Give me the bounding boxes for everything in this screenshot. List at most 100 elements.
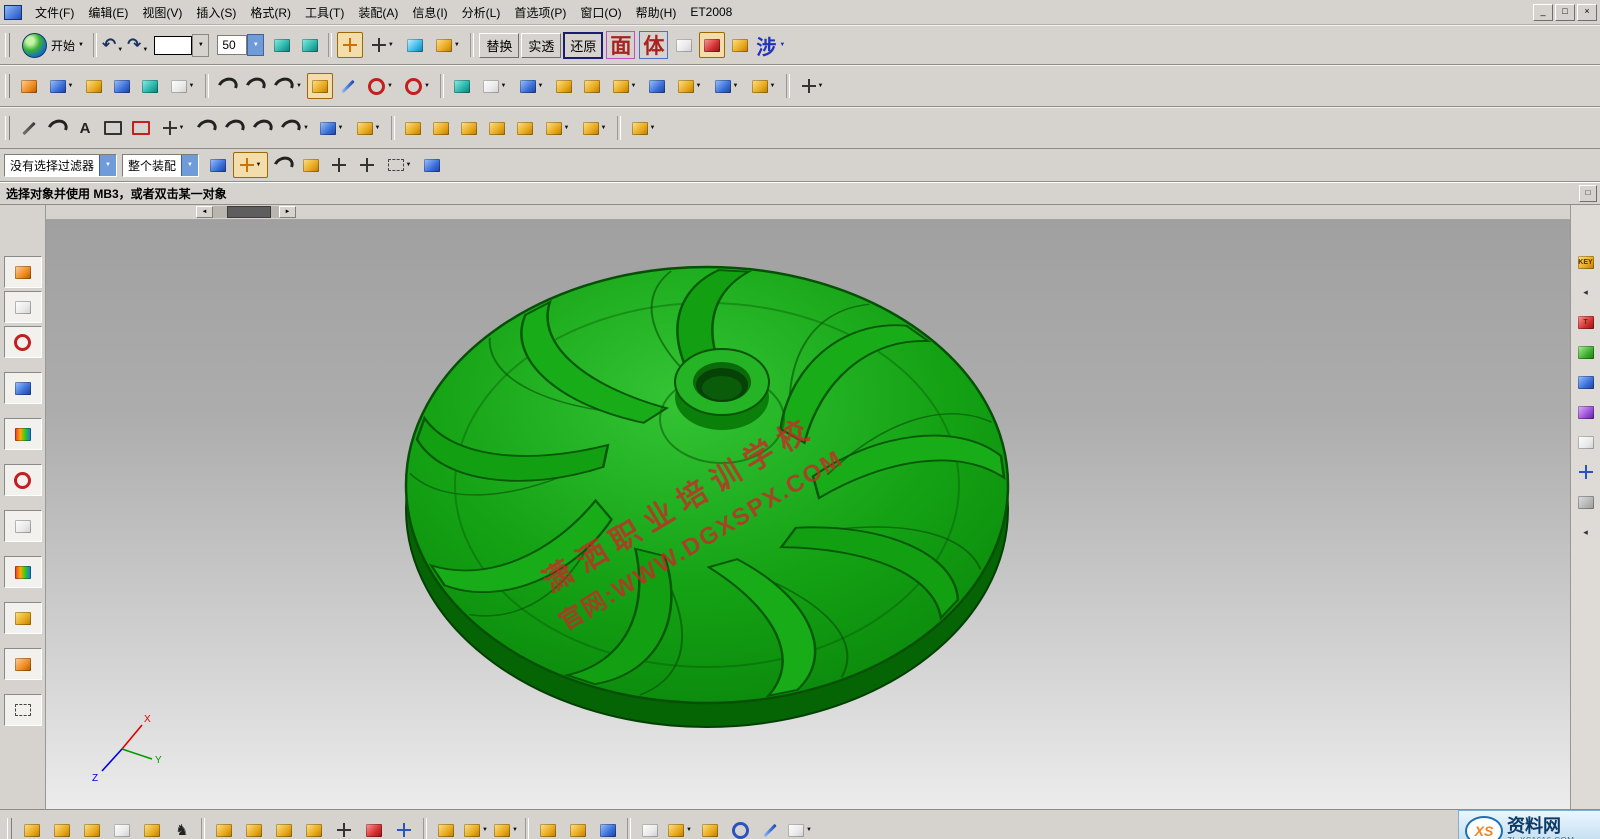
datum-csys-icon[interactable] [81, 73, 107, 99]
collapse-top-arrow-icon[interactable]: ◂ [1573, 279, 1599, 305]
scroll-track[interactable] [213, 206, 279, 218]
chevron-down-icon[interactable]: ▼ [99, 155, 116, 176]
offset-surface-icon[interactable]: ▼ [626, 115, 661, 141]
scroll-thumb[interactable] [227, 206, 271, 218]
measure-distance-icon[interactable] [402, 32, 428, 58]
restore-button-display[interactable]: 还原 [563, 32, 603, 59]
studio-spline-icon[interactable] [193, 115, 219, 141]
menu-item-L[interactable]: 分析(L) [455, 1, 508, 24]
thicken-icon[interactable]: ▼ [607, 73, 642, 99]
enlarge-face-icon[interactable] [512, 115, 538, 141]
undo-icon[interactable]: ↶ [101, 35, 117, 55]
sew-icon[interactable] [400, 115, 426, 141]
menu-item-ET2008[interactable]: ET2008 [683, 2, 739, 22]
menu-item-R[interactable]: 格式(R) [243, 1, 298, 24]
snapshot-icon[interactable] [138, 816, 166, 839]
toolbar-grip[interactable] [5, 116, 10, 140]
journal-icon[interactable] [4, 602, 42, 634]
measure-angle-icon[interactable]: ▼ [430, 32, 465, 58]
swatch-dropdown-icon[interactable]: ▼ [192, 34, 209, 57]
circle-icon[interactable]: ▼ [363, 73, 398, 99]
part-families-icon[interactable]: ▼ [786, 816, 814, 839]
roles-people-icon[interactable] [4, 648, 42, 680]
project-curve-icon[interactable] [214, 73, 240, 99]
pan-view-icon[interactable] [354, 152, 380, 178]
bounded-plane-icon[interactable] [579, 73, 605, 99]
point-snap-options-icon[interactable]: ▼ [365, 32, 400, 58]
interpart-link-icon[interactable] [534, 816, 562, 839]
move-component-icon[interactable] [330, 816, 358, 839]
history-icon[interactable] [4, 464, 42, 496]
text-icon[interactable]: A [72, 115, 98, 141]
layer-dropdown-icon[interactable]: ▼ [247, 34, 264, 56]
cascade-windows-icon[interactable] [4, 291, 42, 323]
part-navigator-icon[interactable] [1573, 399, 1599, 425]
extrude-icon[interactable]: ▼ [514, 73, 549, 99]
color-swatch[interactable] [154, 36, 192, 55]
assembly-constraints-icon[interactable] [360, 816, 388, 839]
toolbar-grip[interactable] [5, 74, 10, 98]
add-component-icon[interactable] [210, 816, 238, 839]
layer-value[interactable]: 50 [217, 35, 247, 55]
isometric-view-icon[interactable] [419, 152, 445, 178]
redo-icon[interactable]: ↷ [126, 35, 142, 55]
fit-spline-icon[interactable] [221, 115, 247, 141]
delete-face-icon[interactable]: ▼ [540, 115, 575, 141]
snap-point-icon[interactable]: ▼ [233, 152, 268, 178]
studio-surface-icon[interactable] [137, 73, 163, 99]
profile-line-icon[interactable] [16, 115, 42, 141]
body-display-button[interactable]: 体 [639, 31, 668, 59]
graphics-viewport[interactable]: ◄ ► [46, 205, 1570, 809]
text-curve-icon[interactable]: ▼ [351, 115, 386, 141]
chevron-down-icon[interactable]: ▼ [181, 155, 198, 176]
gold-solid-display-icon[interactable] [727, 32, 753, 58]
menu-item-E[interactable]: 编辑(E) [81, 1, 135, 24]
start-button[interactable]: 开始 ▼ [17, 31, 89, 60]
component-info-icon[interactable] [726, 816, 754, 839]
wade-button[interactable]: 涉▼ [756, 31, 785, 60]
menu-item-O[interactable]: 窗口(O) [573, 1, 628, 24]
curve-on-surface-icon[interactable]: ▼ [277, 115, 312, 141]
status-bar-button[interactable]: □ [1579, 185, 1597, 202]
cone-icon[interactable]: ▼ [709, 73, 744, 99]
dynamic-rotate-icon[interactable] [326, 152, 352, 178]
trim-body-icon[interactable]: ▼ [795, 73, 830, 99]
wave-link-icon[interactable] [456, 115, 482, 141]
wave-geometry-linker-icon[interactable] [564, 816, 592, 839]
display-preferences-icon[interactable] [671, 32, 697, 58]
scroll-right-icon[interactable]: ► [279, 206, 296, 218]
snap-point-toggle-icon[interactable] [337, 32, 363, 58]
constraint-navigator-icon[interactable] [1573, 369, 1599, 395]
layer-settings-icon[interactable]: ▼ [577, 115, 612, 141]
selection-filter-combo[interactable]: 没有选择过滤器 ▼ [4, 154, 117, 177]
collapse-bottom-arrow-icon[interactable]: ◂ [1573, 519, 1599, 545]
tube-icon[interactable]: ▼ [746, 73, 781, 99]
menu-item-I[interactable]: 信息(I) [405, 1, 454, 24]
menu-item-S[interactable]: 插入(S) [189, 1, 243, 24]
bridge-curve-icon[interactable] [249, 115, 275, 141]
layer-visible-icon[interactable] [297, 32, 323, 58]
reference-sets-icon[interactable] [636, 816, 664, 839]
internet-navigator-icon[interactable] [1573, 489, 1599, 515]
suppress-component-icon[interactable] [300, 816, 328, 839]
viewport-scrollbar[interactable]: ◄ ► [196, 206, 296, 218]
reuse-library-icon[interactable] [1573, 429, 1599, 455]
minimize-button[interactable]: _ [1533, 4, 1553, 21]
rotate-view-icon[interactable] [270, 152, 296, 178]
combine-curve-icon[interactable] [242, 73, 268, 99]
quilt-warning-icon[interactable] [484, 115, 510, 141]
shaded-view-icon[interactable] [298, 152, 324, 178]
new-component-icon[interactable] [240, 816, 268, 839]
tile-windows-icon[interactable] [4, 256, 42, 288]
toolbar-grip[interactable] [7, 818, 12, 839]
profile-arc-icon[interactable] [44, 115, 70, 141]
information-window-icon[interactable] [4, 510, 42, 542]
exploded-views-icon[interactable]: ▼ [462, 816, 490, 839]
internet-explorer-icon[interactable] [4, 418, 42, 450]
associative-copy-icon[interactable] [307, 73, 333, 99]
assembly-navigator-icon[interactable] [1573, 339, 1599, 365]
menu-item-P[interactable]: 首选项(P) [507, 1, 573, 24]
layer-spinner[interactable]: 50 ▼ [217, 34, 264, 56]
component-box-icon[interactable] [78, 816, 106, 839]
close-button[interactable]: × [1577, 4, 1597, 21]
